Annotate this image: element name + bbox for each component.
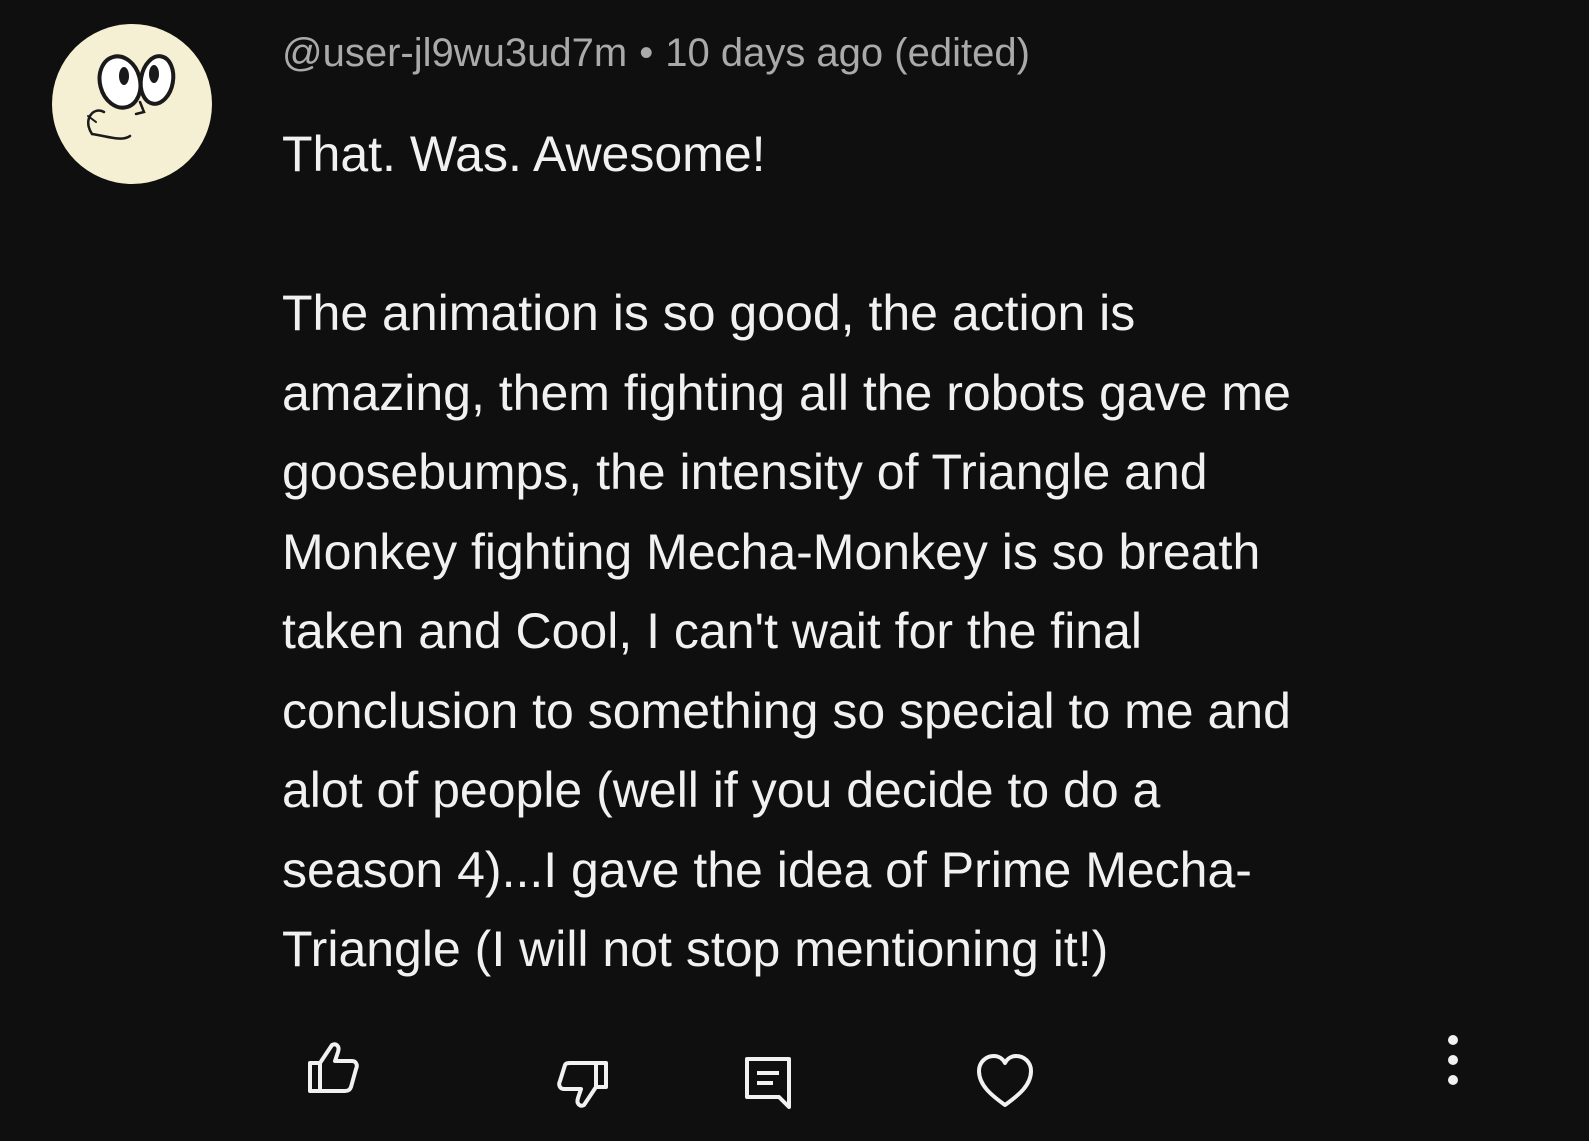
meta-separator: • (639, 31, 654, 75)
comment-timestamp[interactable]: 10 days ago (edited) (665, 31, 1030, 75)
comment-line: taken and Cool, I can't wait for the fin… (282, 603, 1143, 659)
reply-button[interactable] (732, 1046, 802, 1116)
comment-text: That. Was. Awesome! The animation is so … (282, 115, 1512, 990)
comment-line: That. Was. Awesome! (282, 126, 766, 182)
comment-line: conclusion to something so special to me… (282, 682, 1291, 739)
author-handle[interactable]: @user-jl9wu3ud7m (282, 31, 627, 75)
comment-line: season 4)...I gave the idea of Prime Mec… (282, 841, 1252, 898)
more-vertical-icon (1448, 1035, 1458, 1085)
avatar-face-icon (87, 54, 176, 140)
comment-line: Monkey fighting Mecha-Monkey is so breat… (282, 523, 1261, 580)
heart-icon (977, 1054, 1033, 1107)
more-options-button[interactable] (1418, 1026, 1488, 1096)
like-button[interactable] (295, 1032, 365, 1102)
dislike-button[interactable] (545, 1048, 615, 1118)
avatar[interactable] (52, 24, 212, 184)
comment-line: alot of people (well if you decide to do… (282, 762, 1161, 818)
comment-actions (0, 1030, 1589, 1130)
thumbs-down-icon (557, 1061, 608, 1108)
comment: @user-jl9wu3ud7m • 10 days ago (edited) Th… (0, 0, 1589, 1141)
reply-icon (745, 1057, 791, 1109)
comment-line: Triangle (I will not stop mentioning it!… (282, 921, 1109, 977)
comment-line: The animation is so good, the action is (282, 285, 1136, 341)
thumbs-up-icon (308, 1042, 359, 1093)
comment-line: goosebumps, the intensity of Triangle an… (282, 444, 1208, 500)
heart-button[interactable] (970, 1046, 1040, 1116)
comment-meta: @user-jl9wu3ud7m • 10 days ago (edited) (282, 28, 1030, 78)
comment-line (282, 195, 1512, 275)
comment-line: amazing, them fighting all the robots ga… (282, 364, 1291, 421)
